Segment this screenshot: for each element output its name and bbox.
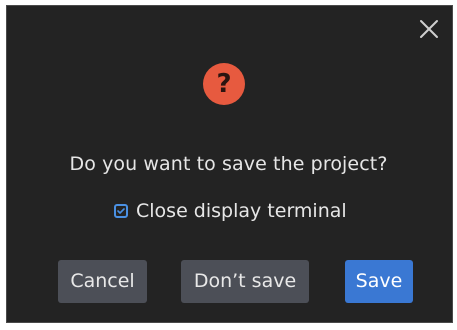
checkbox[interactable] <box>114 204 128 218</box>
cancel-button[interactable]: Cancel <box>58 260 147 303</box>
question-icon: ? <box>203 63 245 105</box>
question-mark: ? <box>216 69 232 99</box>
dont-save-button[interactable]: Don’t save <box>181 260 309 303</box>
dialog-message: Do you want to save the project? <box>69 153 388 175</box>
close-icon <box>420 20 438 38</box>
close-display-terminal-option[interactable]: Close display terminal <box>114 199 347 223</box>
close-button[interactable] <box>417 17 441 41</box>
checkmark-icon <box>117 208 125 214</box>
save-button[interactable]: Save <box>345 260 413 303</box>
option-label: Close display terminal <box>136 200 347 222</box>
